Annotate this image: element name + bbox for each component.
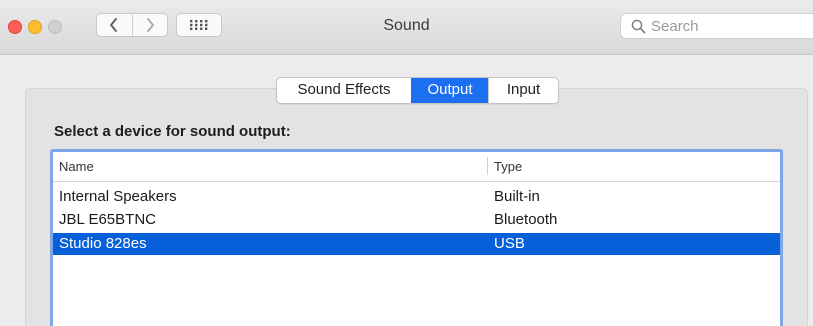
table-header: Name Type [53, 152, 780, 182]
device-name: Internal Speakers [59, 188, 177, 205]
table-row[interactable]: JBL E65BTNC Bluetooth [53, 209, 780, 231]
device-type: Built-in [494, 188, 540, 205]
tab-output[interactable]: Output [411, 78, 488, 103]
sound-preferences-window: Sound Sound Effects Output Input Select … [0, 0, 813, 326]
search-input[interactable] [651, 17, 811, 35]
device-type: USB [494, 235, 525, 252]
tab-sound-effects[interactable]: Sound Effects [277, 78, 411, 103]
table-row[interactable]: Internal Speakers Built-in [53, 186, 780, 208]
title-bar: Sound [0, 0, 813, 55]
device-type: Bluetooth [494, 211, 558, 228]
search-icon [631, 19, 646, 34]
search-field[interactable] [620, 13, 813, 39]
column-divider[interactable] [487, 157, 488, 175]
column-header-name[interactable]: Name [59, 159, 94, 174]
table-row-selected[interactable]: Studio 828es USB [53, 233, 780, 255]
sound-tabs: Sound Effects Output Input [276, 77, 559, 104]
device-name: JBL E65BTNC [59, 211, 156, 228]
output-device-heading: Select a device for sound output: [54, 123, 291, 140]
device-name: Studio 828es [59, 235, 147, 252]
column-header-type[interactable]: Type [494, 159, 522, 174]
tab-input[interactable]: Input [488, 78, 558, 103]
output-device-table[interactable]: Name Type Internal Speakers Built-in JBL… [50, 149, 783, 326]
